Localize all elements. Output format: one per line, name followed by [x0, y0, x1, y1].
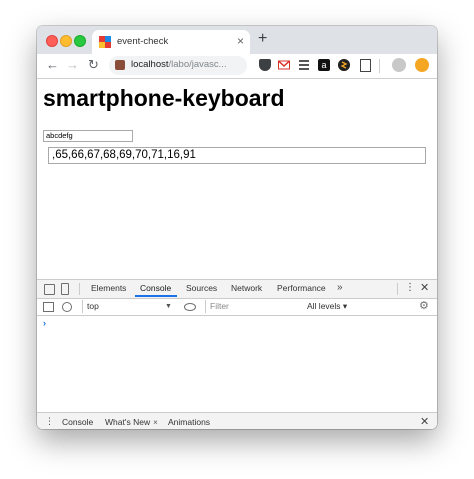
- more-tabs-button[interactable]: »: [337, 282, 343, 293]
- calculator-icon[interactable]: [360, 59, 371, 72]
- tab-elements[interactable]: Elements: [91, 283, 126, 293]
- close-icon[interactable]: ×: [153, 418, 158, 427]
- new-tab-button[interactable]: +: [258, 31, 267, 47]
- drawer-tab-whats-new[interactable]: What's New ×: [105, 417, 158, 427]
- tab-performance[interactable]: Performance: [277, 283, 326, 293]
- devtools-drawer-tabbar: ⋮ Console What's New × Animations ✕: [37, 412, 437, 429]
- page-content: smartphone-keyboard abcdefg ,65,66,67,68…: [37, 79, 437, 279]
- console-filter-input[interactable]: Filter: [205, 300, 304, 313]
- address-bar[interactable]: localhost/labo/javasc...: [109, 56, 247, 75]
- amazon-icon[interactable]: a: [318, 59, 330, 71]
- drawer-tab-animations[interactable]: Animations: [168, 417, 210, 427]
- log-levels-dropdown[interactable]: All levels ▾: [307, 300, 347, 313]
- close-window-button[interactable]: [46, 35, 58, 47]
- favicon-icon: [99, 36, 111, 48]
- toolbar-divider: [379, 59, 380, 73]
- maximize-window-button[interactable]: [74, 35, 86, 47]
- tab-title: event-check: [117, 36, 169, 47]
- drawer-menu-icon[interactable]: ⋮: [45, 416, 54, 427]
- url-host: localhost: [131, 59, 169, 70]
- tab-network[interactable]: Network: [231, 283, 262, 293]
- s-icon[interactable]: [338, 59, 350, 71]
- divider: [79, 283, 80, 295]
- back-button[interactable]: ←: [46, 56, 59, 74]
- inspect-element-icon[interactable]: [44, 284, 55, 295]
- browser-window: event-check × + ← → ↻ localhost/labo/jav…: [37, 26, 437, 429]
- clear-console-icon[interactable]: [62, 302, 72, 312]
- amazon-letter: a: [321, 60, 327, 70]
- tab-sources[interactable]: Sources: [186, 283, 217, 293]
- profile-avatar-icon[interactable]: [392, 58, 406, 72]
- reload-button[interactable]: ↻: [88, 56, 99, 74]
- gmail-icon[interactable]: [278, 59, 290, 71]
- tab-strip: event-check × +: [37, 26, 437, 54]
- minimize-window-button[interactable]: [60, 35, 72, 47]
- active-tab-indicator: [135, 295, 177, 297]
- gear-icon[interactable]: ⚙: [419, 300, 429, 313]
- browser-toolbar: ← → ↻ localhost/labo/javasc... a: [37, 54, 437, 79]
- drawer-tab-console[interactable]: Console: [62, 417, 93, 427]
- devtools-panel: Elements Console Sources Network Perform…: [37, 279, 437, 429]
- tab-close-icon[interactable]: ×: [237, 34, 244, 48]
- page-title: smartphone-keyboard: [43, 85, 285, 111]
- devtools-tabbar: Elements Console Sources Network Perform…: [37, 280, 437, 299]
- console-toolbar: top ▼ Filter All levels ▾ ⚙: [37, 299, 437, 316]
- console-sidebar-icon[interactable]: [43, 302, 54, 312]
- url-path: /labo/javasc...: [168, 59, 227, 70]
- context-value: top: [87, 301, 99, 311]
- drawer-close-icon[interactable]: ✕: [420, 415, 429, 428]
- stack-icon[interactable]: [298, 59, 310, 71]
- devtools-close-icon[interactable]: ✕: [420, 281, 429, 294]
- pocket-icon[interactable]: [259, 59, 271, 71]
- console-prompt-icon: ›: [43, 318, 46, 328]
- url-text[interactable]: localhost/labo/javasc...: [131, 59, 243, 70]
- devtools-menu-icon[interactable]: ⋮: [405, 282, 415, 293]
- divider: [397, 283, 398, 295]
- update-menu-icon[interactable]: [415, 58, 429, 72]
- console-output[interactable]: ›: [37, 316, 437, 411]
- browser-tab[interactable]: event-check ×: [92, 30, 250, 54]
- site-info-icon[interactable]: [115, 60, 125, 70]
- drawer-tab-whats-new-label: What's New: [105, 417, 151, 427]
- tab-console[interactable]: Console: [140, 283, 171, 293]
- live-expression-eye-icon[interactable]: [184, 303, 196, 311]
- keyboard-test-input[interactable]: abcdefg: [43, 130, 133, 142]
- forward-button[interactable]: →: [66, 56, 79, 74]
- keycode-output-field[interactable]: ,65,66,67,68,69,70,71,16,91: [48, 147, 426, 164]
- chevron-down-icon[interactable]: ▼: [165, 300, 172, 313]
- device-toolbar-icon[interactable]: [61, 283, 69, 295]
